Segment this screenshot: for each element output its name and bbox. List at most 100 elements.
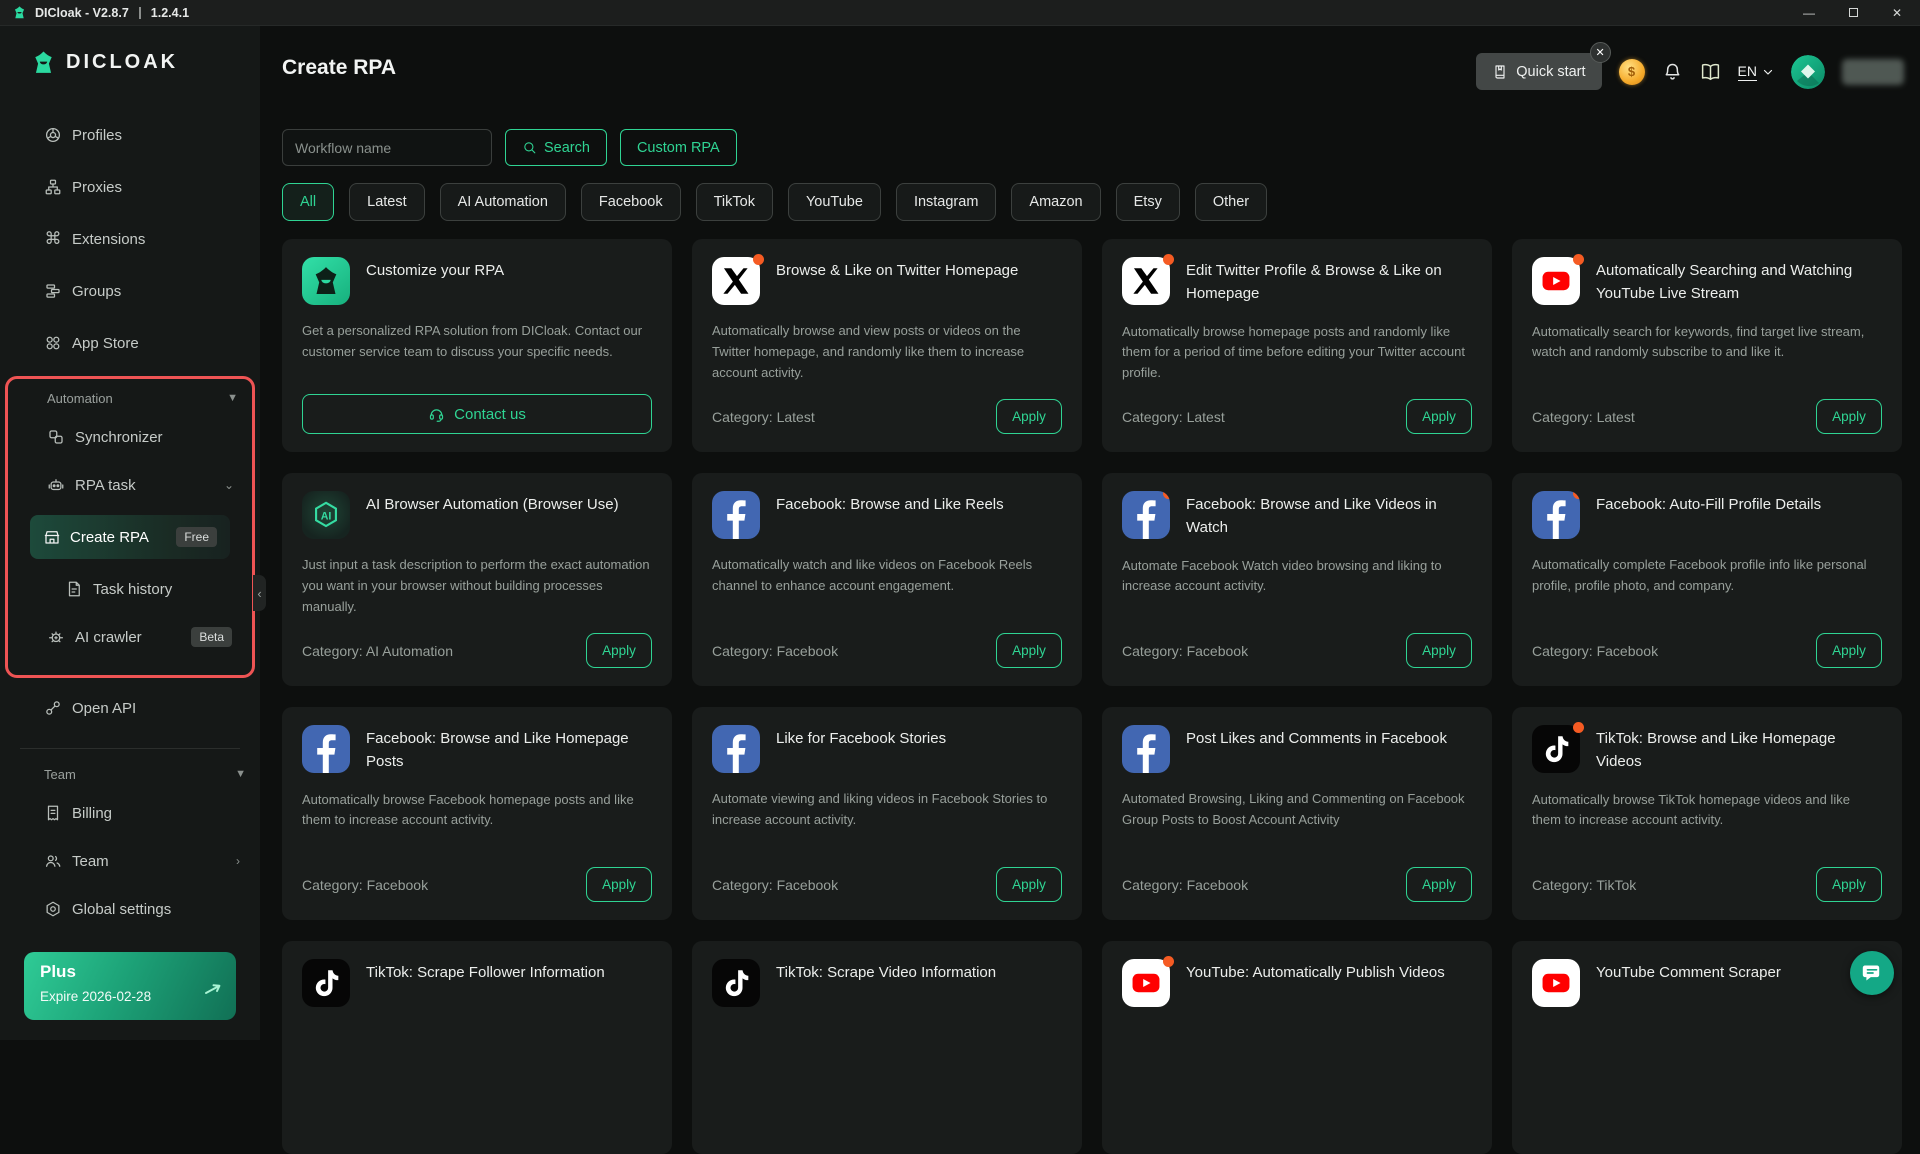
card-title: TikTok: Scrape Video Information	[776, 961, 996, 984]
plan-name: Plus	[40, 962, 220, 982]
rpa-card[interactable]: Post Likes and Comments in Facebook Auto…	[1102, 707, 1492, 920]
search-icon	[522, 140, 537, 155]
sidebar-item-task-history[interactable]: Task history	[8, 565, 252, 613]
section-label: Team	[44, 767, 76, 782]
rpa-card[interactable]: Customize your RPA Get a personalized RP…	[282, 239, 672, 452]
rpa-card[interactable]: Like for Facebook Stories Automate viewi…	[692, 707, 1082, 920]
maximize-button[interactable]	[1849, 8, 1858, 17]
rpa-card[interactable]: Edit Twitter Profile & Browse & Like on …	[1102, 239, 1492, 452]
card-category: Category: Facebook	[712, 643, 838, 659]
svg-text:AI: AI	[321, 510, 332, 522]
rpa-card[interactable]: YouTube Comment Scraper	[1512, 941, 1902, 1154]
notification-bell-icon[interactable]	[1662, 61, 1683, 82]
sidebar-collapse-handle[interactable]: ‹	[253, 575, 266, 611]
quick-start-label: Quick start	[1516, 64, 1585, 80]
rpa-card[interactable]: TikTok: Browse and Like Homepage Videos …	[1512, 707, 1902, 920]
close-icon[interactable]: ✕	[1590, 42, 1611, 63]
sidebar-item-ai-crawler[interactable]: AI crawler Beta	[8, 613, 252, 661]
rpa-card[interactable]: Automatically Searching and Watching You…	[1512, 239, 1902, 452]
sidebar-item-create-rpa[interactable]: Create RPA Free	[30, 515, 230, 559]
sidebar-section-team[interactable]: Team ▼	[0, 759, 260, 789]
minimize-button[interactable]: —	[1803, 7, 1815, 19]
apply-button[interactable]: Apply	[1816, 867, 1882, 902]
quick-start-button[interactable]: Quick start	[1476, 53, 1601, 90]
robot-icon	[47, 476, 65, 494]
rpa-card[interactable]: Facebook: Browse and Like Homepage Posts…	[282, 707, 672, 920]
filter-chip-instagram[interactable]: Instagram	[896, 183, 996, 221]
card-title: TikTok: Browse and Like Homepage Videos	[1596, 727, 1882, 774]
search-button[interactable]: Search	[505, 129, 607, 166]
sidebar: DICLOAK Profiles Proxies⌘ Extensions Gro…	[0, 26, 260, 1040]
filter-chip-tiktok[interactable]: TikTok	[696, 183, 773, 221]
contact-us-button[interactable]: Contact us	[302, 394, 652, 434]
notification-dot	[1573, 722, 1584, 733]
apply-button[interactable]: Apply	[586, 633, 652, 668]
sidebar-item-profiles[interactable]: Profiles	[0, 109, 260, 161]
rpa-card[interactable]: TikTok: Scrape Follower Information	[282, 941, 672, 1154]
plus-plan-card[interactable]: Plus Expire 2026-02-28	[24, 952, 236, 1020]
sidebar-item-groups[interactable]: Groups	[0, 265, 260, 317]
sidebar-item-app-store[interactable]: App Store	[0, 317, 260, 369]
filter-chip-other[interactable]: Other	[1195, 183, 1267, 221]
apply-button[interactable]: Apply	[996, 399, 1062, 434]
apply-button[interactable]: Apply	[1406, 867, 1472, 902]
avatar[interactable]	[1791, 55, 1825, 89]
card-title: Post Likes and Comments in Facebook	[1186, 727, 1447, 750]
youtube-icon	[1532, 959, 1580, 1007]
sidebar-item-proxies[interactable]: Proxies	[0, 161, 260, 213]
card-description: Automate viewing and liking videos in Fa…	[712, 789, 1062, 831]
rpa-card[interactable]: Facebook: Browse and Like Videos in Watc…	[1102, 473, 1492, 686]
rpa-card[interactable]: Facebook: Auto-Fill Profile Details Auto…	[1512, 473, 1902, 686]
sidebar-item-billing[interactable]: Billing	[0, 789, 260, 837]
username-redacted	[1842, 59, 1904, 85]
sidebar-section-automation[interactable]: Automation ▼	[8, 383, 252, 413]
card-description: Automatically watch and like videos on F…	[712, 555, 1062, 597]
rpa-card[interactable]: AI AI Browser Automation (Browser Use) J…	[282, 473, 672, 686]
filter-chip-etsy[interactable]: Etsy	[1116, 183, 1180, 221]
rpa-card[interactable]: Browse & Like on Twitter Homepage Automa…	[692, 239, 1082, 452]
support-chat-button[interactable]	[1850, 951, 1894, 995]
sidebar-item-extensions[interactable]: ⌘ Extensions	[0, 213, 260, 265]
language-selector[interactable]: EN	[1738, 63, 1774, 81]
card-category: Category: Facebook	[1532, 643, 1658, 659]
sidebar-item-synchronizer[interactable]: Synchronizer	[8, 413, 252, 461]
notification-dot	[1573, 254, 1584, 265]
automation-section-highlight: Automation ▼ Synchronizer RPA task ⌄ Cre…	[5, 376, 255, 678]
docs-book-icon[interactable]	[1700, 61, 1721, 82]
apply-button[interactable]: Apply	[996, 867, 1062, 902]
sidebar-item-global-settings[interactable]: Global settings	[0, 885, 260, 933]
filter-chip-amazon[interactable]: Amazon	[1011, 183, 1100, 221]
card-title: YouTube Comment Scraper	[1596, 961, 1781, 984]
section-label: Automation	[47, 391, 113, 406]
apply-button[interactable]: Apply	[1406, 399, 1472, 434]
filter-chip-all[interactable]: All	[282, 183, 334, 221]
item-label: Synchronizer	[75, 429, 163, 446]
card-category: Category: TikTok	[1532, 877, 1636, 893]
sidebar-item-open-api[interactable]: Open API	[0, 682, 260, 734]
apply-button[interactable]: Apply	[996, 633, 1062, 668]
apply-button[interactable]: Apply	[1816, 399, 1882, 434]
close-button[interactable]: ✕	[1892, 7, 1902, 19]
filter-chip-latest[interactable]: Latest	[349, 183, 425, 221]
rpa-card[interactable]: Facebook: Browse and Like Reels Automati…	[692, 473, 1082, 686]
apply-button[interactable]: Apply	[1816, 633, 1882, 668]
rpa-card[interactable]: YouTube: Automatically Publish Videos	[1102, 941, 1492, 1154]
extensions-icon: ⌘	[44, 230, 62, 248]
facebook-icon	[712, 491, 760, 539]
apply-button[interactable]: Apply	[586, 867, 652, 902]
filter-chip-facebook[interactable]: Facebook	[581, 183, 681, 221]
filter-chip-youtube[interactable]: YouTube	[788, 183, 881, 221]
coin-credit-icon[interactable]: $	[1619, 59, 1645, 85]
facebook-icon	[1122, 725, 1170, 773]
custom-rpa-button[interactable]: Custom RPA	[620, 129, 737, 166]
card-title: Browse & Like on Twitter Homepage	[776, 259, 1018, 282]
card-title: Facebook: Browse and Like Reels	[776, 493, 1004, 516]
filter-chip-ai-automation[interactable]: AI Automation	[440, 183, 566, 221]
rpa-card[interactable]: TikTok: Scrape Video Information	[692, 941, 1082, 1154]
sidebar-item-team[interactable]: Team ›	[0, 837, 260, 885]
apply-button[interactable]: Apply	[1406, 633, 1472, 668]
workflow-name-input[interactable]	[282, 129, 492, 166]
sidebar-item-rpa-task[interactable]: RPA task ⌄	[8, 461, 252, 509]
card-description: Automatically browse homepage posts and …	[1122, 322, 1472, 384]
headset-icon	[428, 406, 445, 423]
